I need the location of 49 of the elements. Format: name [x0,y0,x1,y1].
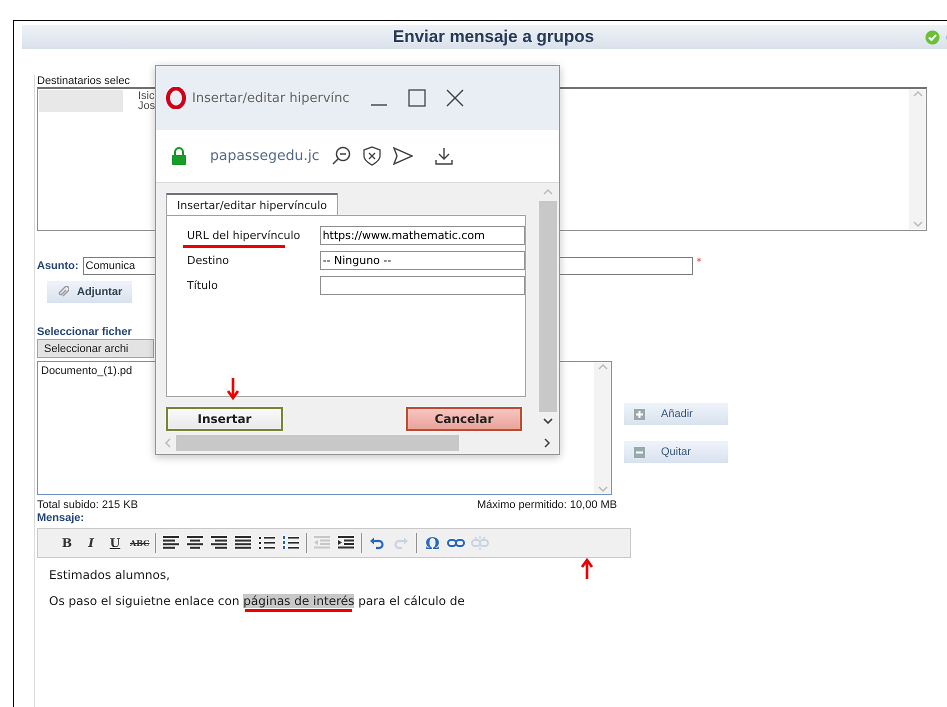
browser-logo-icon [166,87,186,109]
underline-button[interactable]: U [106,533,124,553]
insert-button[interactable]: Insertar [166,407,283,431]
remove-button[interactable]: Quitar [624,441,728,463]
scroll-down-icon[interactable] [543,416,553,426]
required-mark: * [696,257,702,268]
field-label: Destino [187,254,230,267]
check-icon[interactable] [925,30,940,44]
page-title: Enviar mensaje a grupos [392,27,596,47]
choose-file-button[interactable]: Seleccionar archi [37,339,154,358]
message-label: Mensaje: [37,512,84,524]
message-text: Os paso el siguietne enlace con páginas de interés para el cálculo de [49,594,465,608]
horizontal-scrollbar[interactable] [156,432,559,454]
scroll-right-icon[interactable] [543,438,551,448]
recipient-name[interactable]: Jos [138,101,156,111]
field-label: Título [187,279,219,292]
close-icon[interactable] [446,89,464,107]
send-icon[interactable] [393,147,414,165]
total-uploaded: Total subido: 215 KB [37,499,138,511]
italic-button[interactable]: I [82,533,100,553]
special-character-button[interactable]: Ω [423,533,442,553]
lock-icon [172,147,186,165]
maximize-icon[interactable] [408,89,426,107]
subject-label: Asunto: [37,260,79,272]
shield-close-icon[interactable] [363,146,382,166]
file-select-label: Seleccionar ficher [37,326,132,338]
annotation-arrow [580,558,594,580]
dialog-tab[interactable]: Insertar/editar hipervínculo [166,193,338,215]
input-field[interactable] [320,276,525,295]
dialog-title: Insertar/editar hipervínc [192,90,350,106]
input-field[interactable]: https://www.mathematic.com [320,226,525,245]
download-icon[interactable] [435,147,454,165]
page-address[interactable]: papassegedu.jc [210,148,320,164]
field-label: URL del hipervínculo [187,229,318,242]
annotation-arrow [226,377,240,401]
zoom-out-icon[interactable] [331,146,352,166]
cancel-button[interactable]: Cancelar [406,407,522,431]
recipients-label: Destinatarios selec [37,75,130,87]
paperclip-icon [57,286,69,298]
input-field[interactable]: -- Ninguno -- [320,251,525,270]
strikethrough-button[interactable]: ABC [130,533,150,553]
bold-button[interactable]: B [58,533,76,553]
attach-button[interactable]: Adjuntar [47,281,132,303]
plus-icon [634,408,645,420]
max-allowed: Máximo permitido: 10,00 MB [477,499,617,511]
add-button[interactable]: Añadir [624,403,728,425]
recipient-name[interactable]: Isic [138,91,154,101]
minus-icon [634,446,645,458]
message-text: Estimados alumnos, [49,568,170,582]
